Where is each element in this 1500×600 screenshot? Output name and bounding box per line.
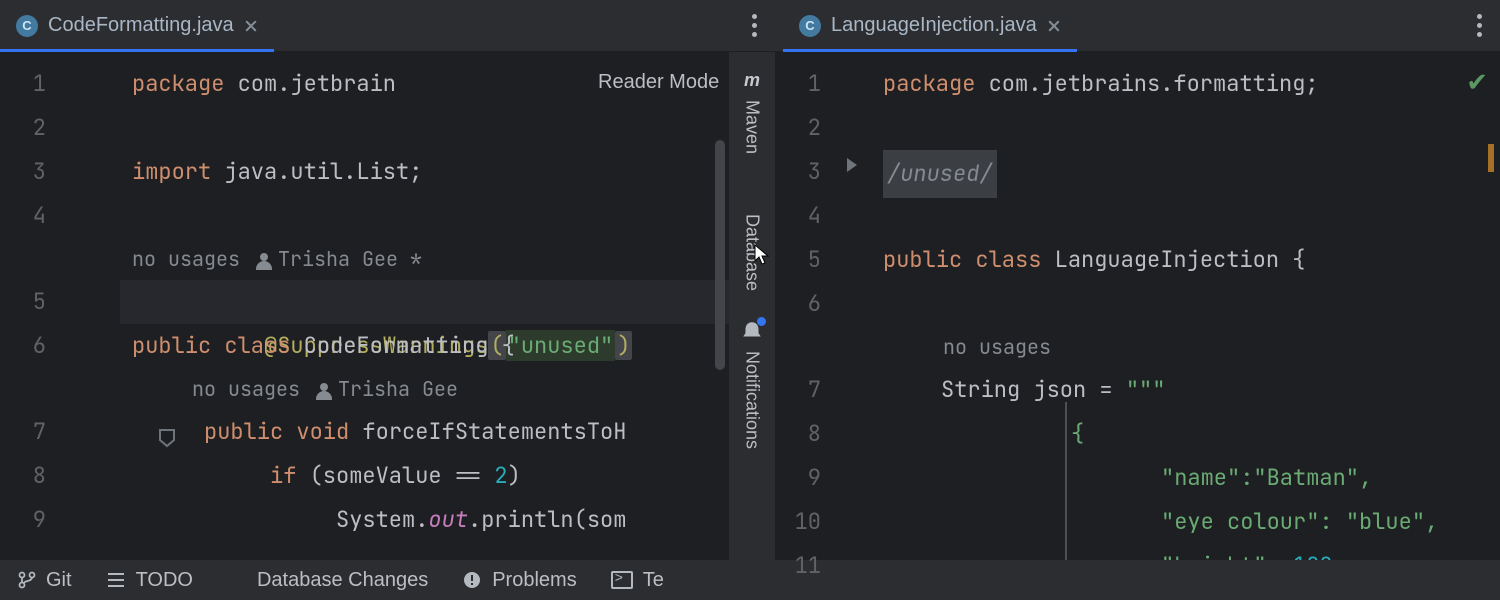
indent-guide [1065,402,1067,560]
tool-notifications[interactable]: Notifications [740,309,764,459]
warning-icon [462,570,482,590]
left-tabbar: C CodeFormatting.java [0,0,775,52]
inlay-usages[interactable]: no usages [132,238,240,280]
tab-languageinjection[interactable]: C LanguageInjection.java [783,0,1077,52]
more-actions-icon[interactable] [1477,14,1482,37]
right-editor-pane: C LanguageInjection.java 1 2 3 4 5 6 7 8… [775,0,1500,560]
maven-icon: m [740,68,764,92]
tab-label: CodeFormatting.java [48,14,234,37]
tool-maven[interactable]: m Maven [740,58,764,164]
left-editor[interactable]: 1 2 3 4 5 6 7 8 9 package com.jetbrain [0,52,775,560]
inspection-ok-icon[interactable]: ✔ [1466,67,1488,98]
fold-arrow-icon[interactable] [847,158,857,172]
inlay-usages[interactable]: no usages [943,326,1051,368]
warning-stripe[interactable] [1488,144,1494,172]
class-icon: C [799,15,821,37]
more-actions-icon[interactable] [752,14,757,37]
regex-injection-badge[interactable]: /unused/ [883,150,997,198]
branch-icon [18,571,36,589]
tab-label: LanguageInjection.java [831,14,1037,37]
close-icon[interactable] [1047,19,1061,33]
right-tabbar: C LanguageInjection.java [775,0,1500,52]
status-bar: Git TODO Database Changes Problems Te [0,560,1500,600]
tool-database[interactable]: Database [740,172,764,301]
bell-icon [740,319,764,343]
terminal-icon [611,571,633,589]
status-git[interactable]: Git [18,569,72,592]
inlay-author[interactable]: Trisha Gee [316,368,458,410]
list-icon [106,570,126,590]
right-editor[interactable]: 1 2 3 4 5 6 7 8 9 10 11 package com.jetb… [775,52,1500,560]
status-todo[interactable]: TODO [106,569,193,592]
right-gutter: 1 2 3 4 5 6 7 8 9 10 11 [775,52,835,560]
database-icon [740,182,764,206]
inlay-usages[interactable]: no usages [192,368,300,410]
left-gutter: 1 2 3 4 5 6 7 8 9 [0,52,60,560]
status-db-changes[interactable]: Database Changes [227,569,428,592]
status-problems[interactable]: Problems [462,569,576,592]
close-icon[interactable] [244,19,258,33]
inlay-author[interactable]: Trisha Gee * [256,238,422,280]
reader-mode-toggle[interactable]: Reader Mode [598,71,719,94]
class-icon: C [16,15,38,37]
left-code[interactable]: package com.jetbrain import java.util.Li… [120,52,775,560]
right-code[interactable]: package com.jetbrains.formatting; /unuse… [871,52,1500,560]
right-tool-strip: m Maven Database Notifications [729,52,775,560]
status-terminal[interactable]: Te [611,569,664,592]
tab-codeformatting[interactable]: C CodeFormatting.java [0,0,274,52]
left-editor-pane: C CodeFormatting.java 1 2 3 4 5 6 7 8 9 [0,0,775,560]
scrollbar-thumb[interactable] [715,140,725,370]
